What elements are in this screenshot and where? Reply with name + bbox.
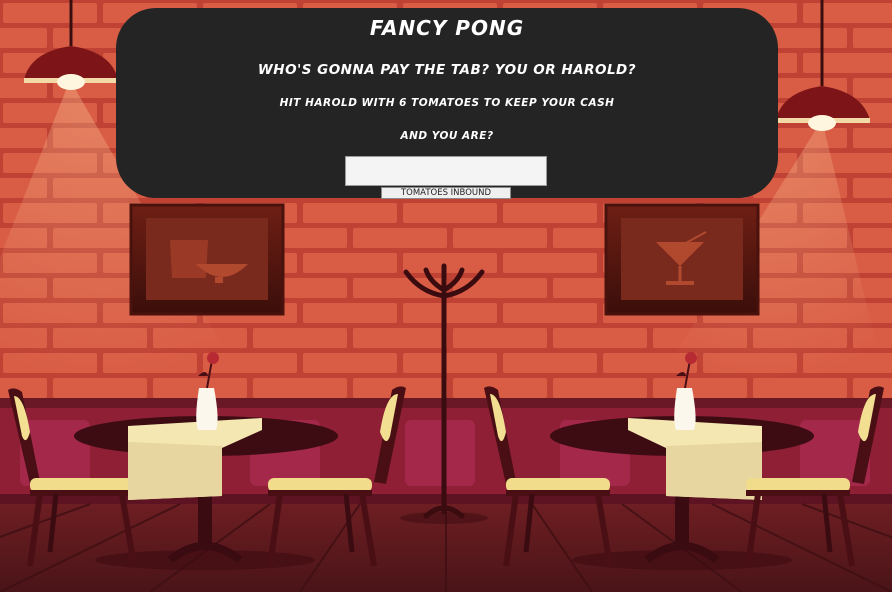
intro-panel: FANCY PONG WHO'S GONNA PAY THE TAB? YOU … — [116, 8, 778, 199]
instruction-text: HIT HAROLD WITH 6 TOMATOES TO KEEP YOUR … — [279, 97, 615, 109]
cocktail-art-icon — [604, 203, 760, 316]
tab-question: WHO'S GONNA PAY THE TAB? YOU OR HAROLD? — [257, 62, 637, 78]
player-name-input[interactable] — [345, 156, 547, 186]
game-title: FANCY PONG — [369, 16, 525, 40]
start-button[interactable]: TOMATOES INBOUND — [381, 187, 511, 199]
wine-glass-art-icon — [129, 203, 285, 316]
name-prompt: AND YOU ARE? — [400, 130, 494, 142]
